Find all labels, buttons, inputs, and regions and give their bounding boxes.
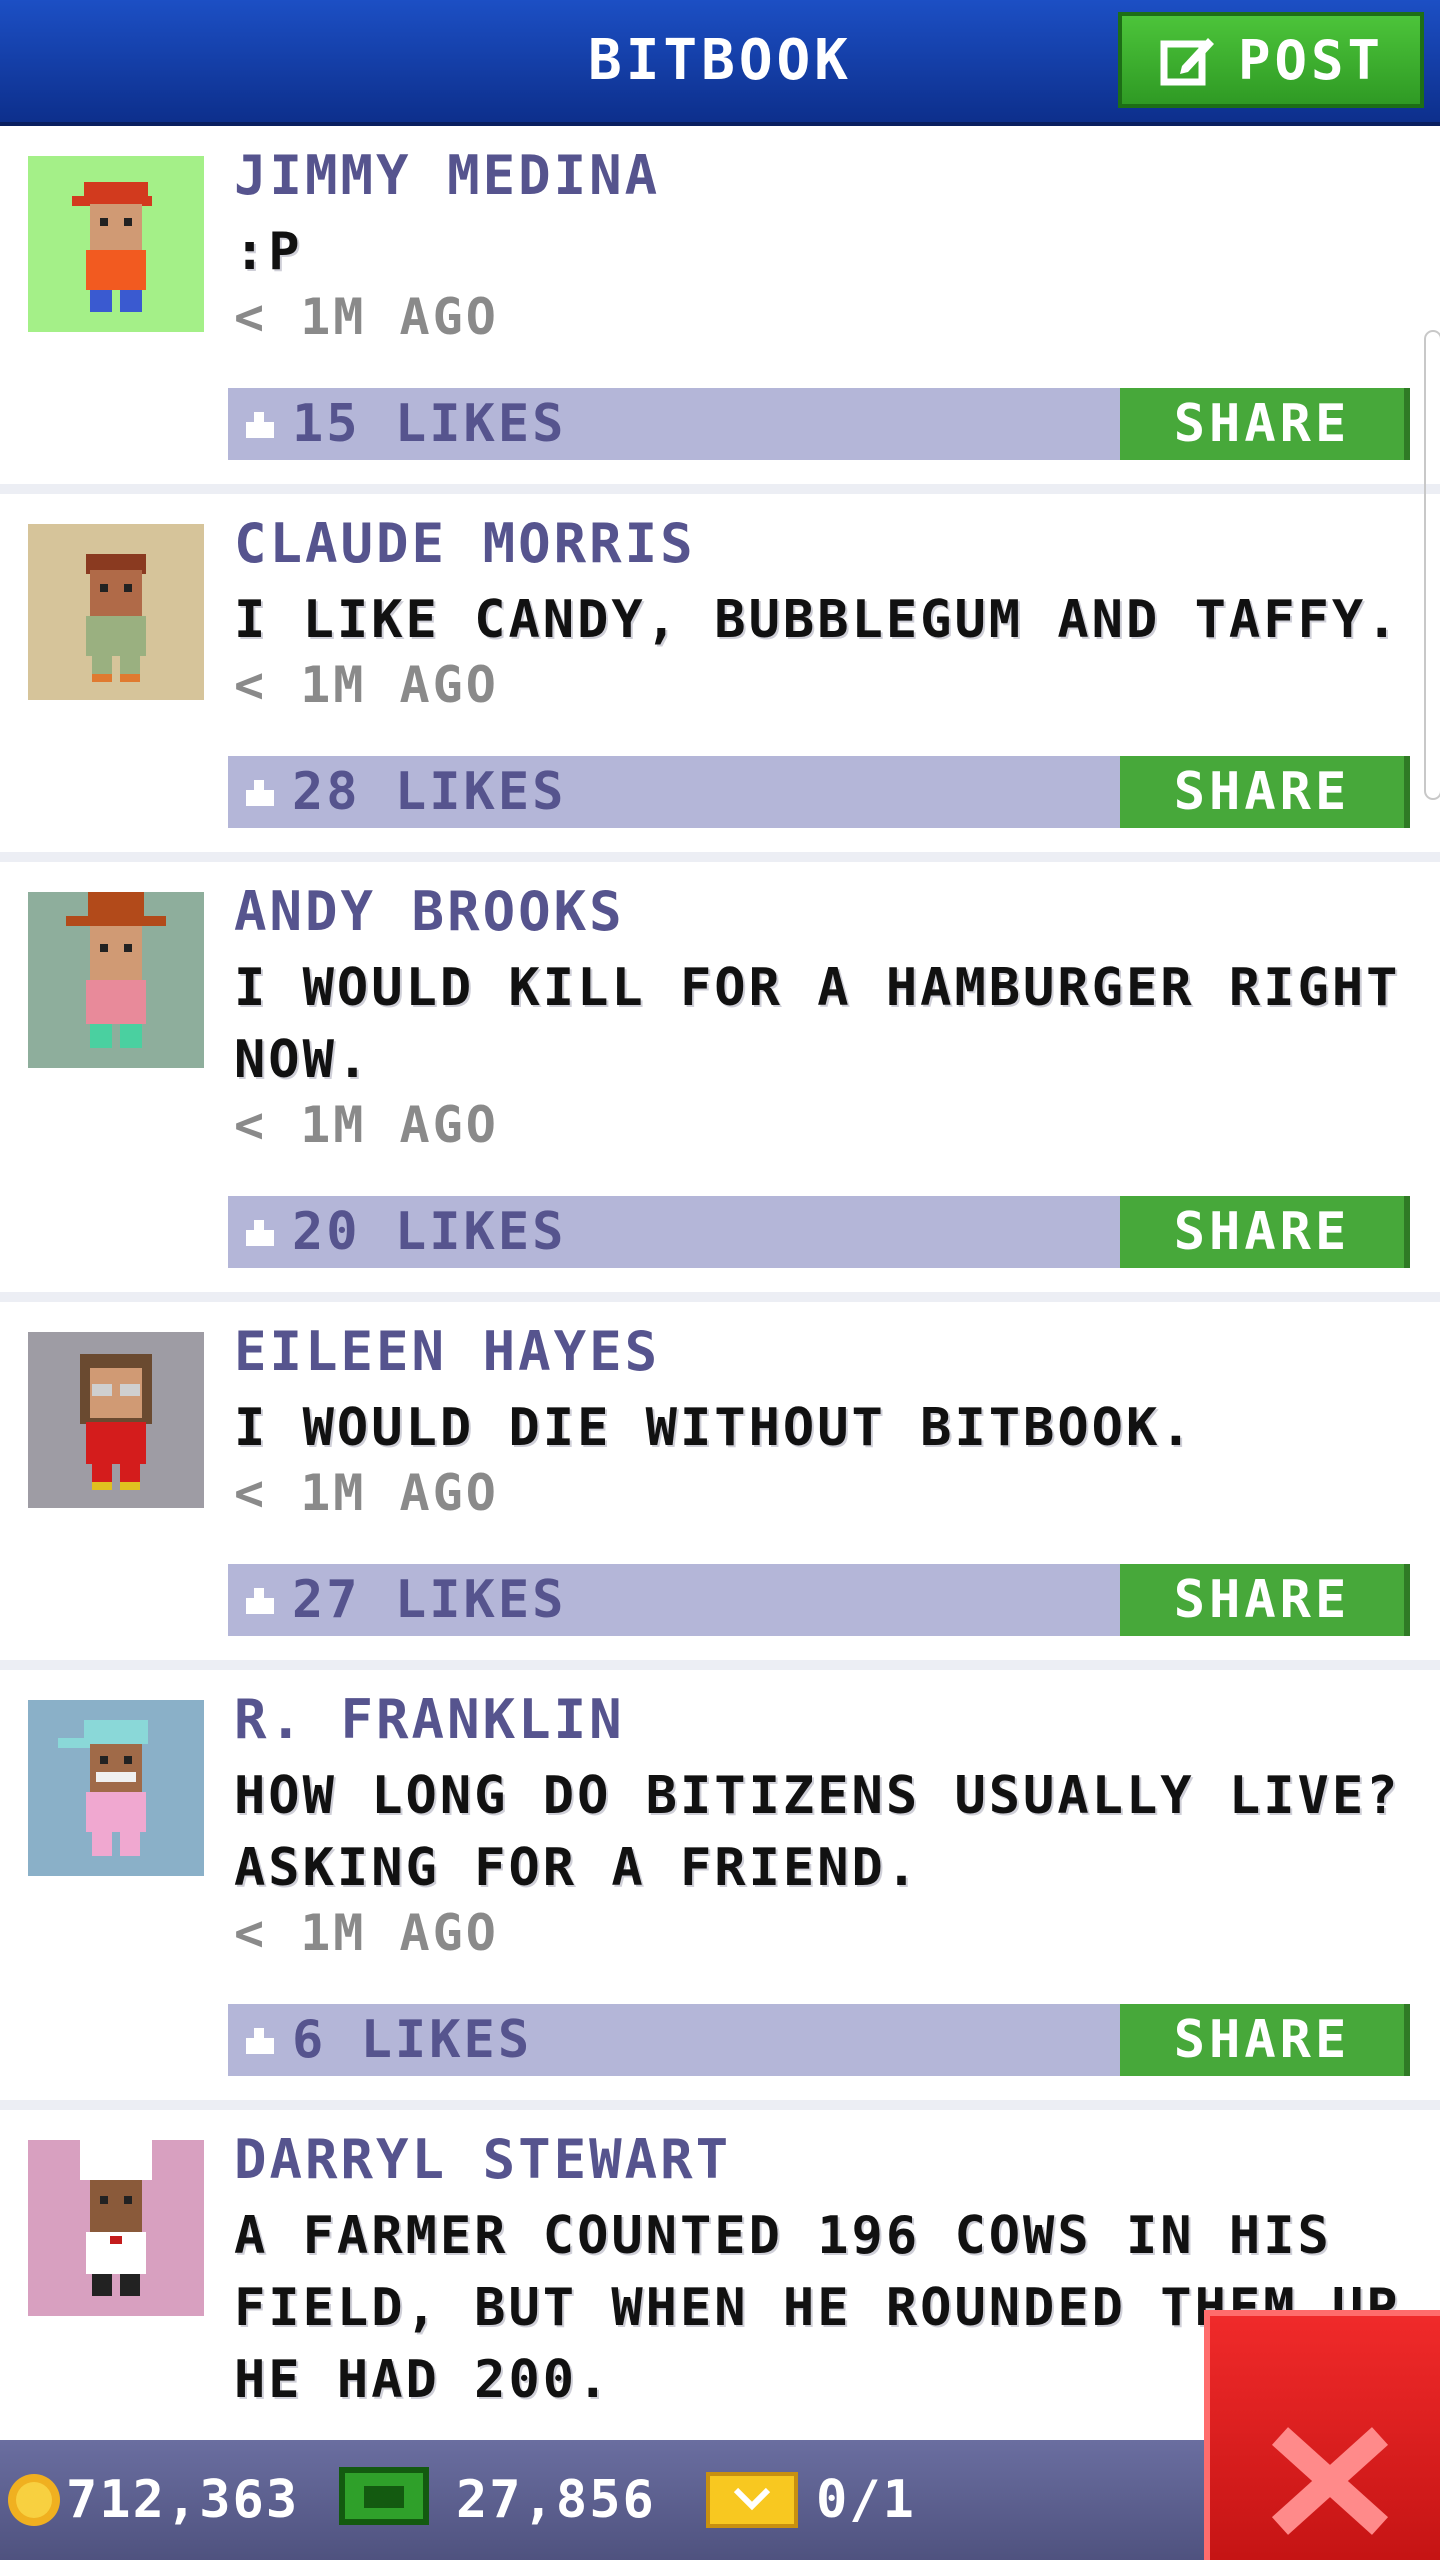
- thumbs-up-icon: [246, 2028, 274, 2054]
- post-time: < 1M AGO: [234, 1096, 499, 1154]
- app-header: BITBOOK POST: [0, 0, 1440, 126]
- post-card: R. FRANKLIN HOW LONG DO BITIZENS USUALLY…: [0, 1670, 1440, 2110]
- likes-bar: 28 LIKES SHARE: [228, 756, 1410, 828]
- share-button[interactable]: SHARE: [1120, 756, 1410, 828]
- thumbs-up-icon: [246, 1220, 274, 1246]
- post-author[interactable]: R. FRANKLIN: [234, 1688, 625, 1751]
- likes-count: 20 LIKES: [292, 1202, 567, 1262]
- avatar: [28, 2140, 204, 2316]
- share-button[interactable]: SHARE: [1120, 2004, 1410, 2076]
- post-time: < 1M AGO: [234, 656, 499, 714]
- post-author[interactable]: JIMMY MEDINA: [234, 144, 660, 207]
- post-text: I WOULD DIE WITHOUT BITBOOK.: [234, 1398, 1195, 1458]
- avatar: [28, 1332, 204, 1508]
- post-author[interactable]: DARRYL STEWART: [234, 2128, 731, 2191]
- likes-bar: 27 LIKES SHARE: [228, 1564, 1410, 1636]
- post-time: < 1M AGO: [234, 1904, 499, 1962]
- post-card: EILEEN HAYES I WOULD DIE WITHOUT BITBOOK…: [0, 1302, 1440, 1670]
- ticket-icon: [706, 2472, 798, 2528]
- close-icon: [1271, 2427, 1389, 2535]
- post-text: I WOULD KILL FOR A HAMBURGER RIGHT NOW.: [234, 958, 1401, 1090]
- scrollbar[interactable]: [1424, 330, 1440, 800]
- post-time: < 1M AGO: [234, 288, 499, 346]
- feed-list[interactable]: JIMMY MEDINA :P < 1M AGO 15 LIKES SHARE …: [0, 126, 1440, 2440]
- likes-bar: 15 LIKES SHARE: [228, 388, 1410, 460]
- like-button[interactable]: 6 LIKES: [242, 2010, 532, 2070]
- likes-bar: 20 LIKES SHARE: [228, 1196, 1410, 1268]
- post-card: ANDY BROOKS I WOULD KILL FOR A HAMBURGER…: [0, 862, 1440, 1302]
- avatar: [28, 524, 204, 700]
- likes-count: 15 LIKES: [292, 394, 567, 454]
- avatar: [28, 1700, 204, 1876]
- post-author[interactable]: ANDY BROOKS: [234, 880, 625, 943]
- share-button[interactable]: SHARE: [1120, 1564, 1410, 1636]
- likes-bar: 6 LIKES SHARE: [228, 2004, 1410, 2076]
- avatar: [28, 892, 204, 1068]
- post-text: I LIKE CANDY, BUBBLEGUM AND TAFFY.: [234, 590, 1401, 650]
- bux-icon: [339, 2467, 429, 2525]
- post-text: HOW LONG DO BITIZENS USUALLY LIVE? ASKIN…: [234, 1766, 1401, 1898]
- coins-value: 712,363: [66, 2470, 300, 2530]
- like-button[interactable]: 28 LIKES: [242, 762, 566, 822]
- share-button[interactable]: SHARE: [1120, 1196, 1410, 1268]
- post-button[interactable]: POST: [1118, 12, 1424, 108]
- post-button-label: POST: [1237, 28, 1385, 92]
- post-card: CLAUDE MORRIS I LIKE CANDY, BUBBLEGUM AN…: [0, 494, 1440, 862]
- share-button[interactable]: SHARE: [1120, 388, 1410, 460]
- post-text: :P: [234, 222, 303, 282]
- post-card: JIMMY MEDINA :P < 1M AGO 15 LIKES SHARE: [0, 126, 1440, 494]
- like-button[interactable]: 20 LIKES: [242, 1202, 566, 1262]
- post-author[interactable]: CLAUDE MORRIS: [234, 512, 696, 575]
- likes-count: 6 LIKES: [292, 2010, 533, 2070]
- bux-value: 27,856: [456, 2470, 656, 2530]
- likes-count: 27 LIKES: [292, 1570, 567, 1630]
- like-button[interactable]: 27 LIKES: [242, 1570, 566, 1630]
- close-button[interactable]: [1204, 2310, 1440, 2560]
- post-author[interactable]: EILEEN HAYES: [234, 1320, 660, 1383]
- thumbs-up-icon: [246, 780, 274, 806]
- thumbs-up-icon: [246, 1588, 274, 1614]
- compose-icon: [1160, 38, 1214, 86]
- post-time: < 1M AGO: [234, 1464, 499, 1522]
- likes-count: 28 LIKES: [292, 762, 567, 822]
- coin-icon: [8, 2474, 60, 2526]
- like-button[interactable]: 15 LIKES: [242, 394, 566, 454]
- thumbs-up-icon: [246, 412, 274, 438]
- avatar: [28, 156, 204, 332]
- tickets-value: 0/1: [816, 2470, 916, 2530]
